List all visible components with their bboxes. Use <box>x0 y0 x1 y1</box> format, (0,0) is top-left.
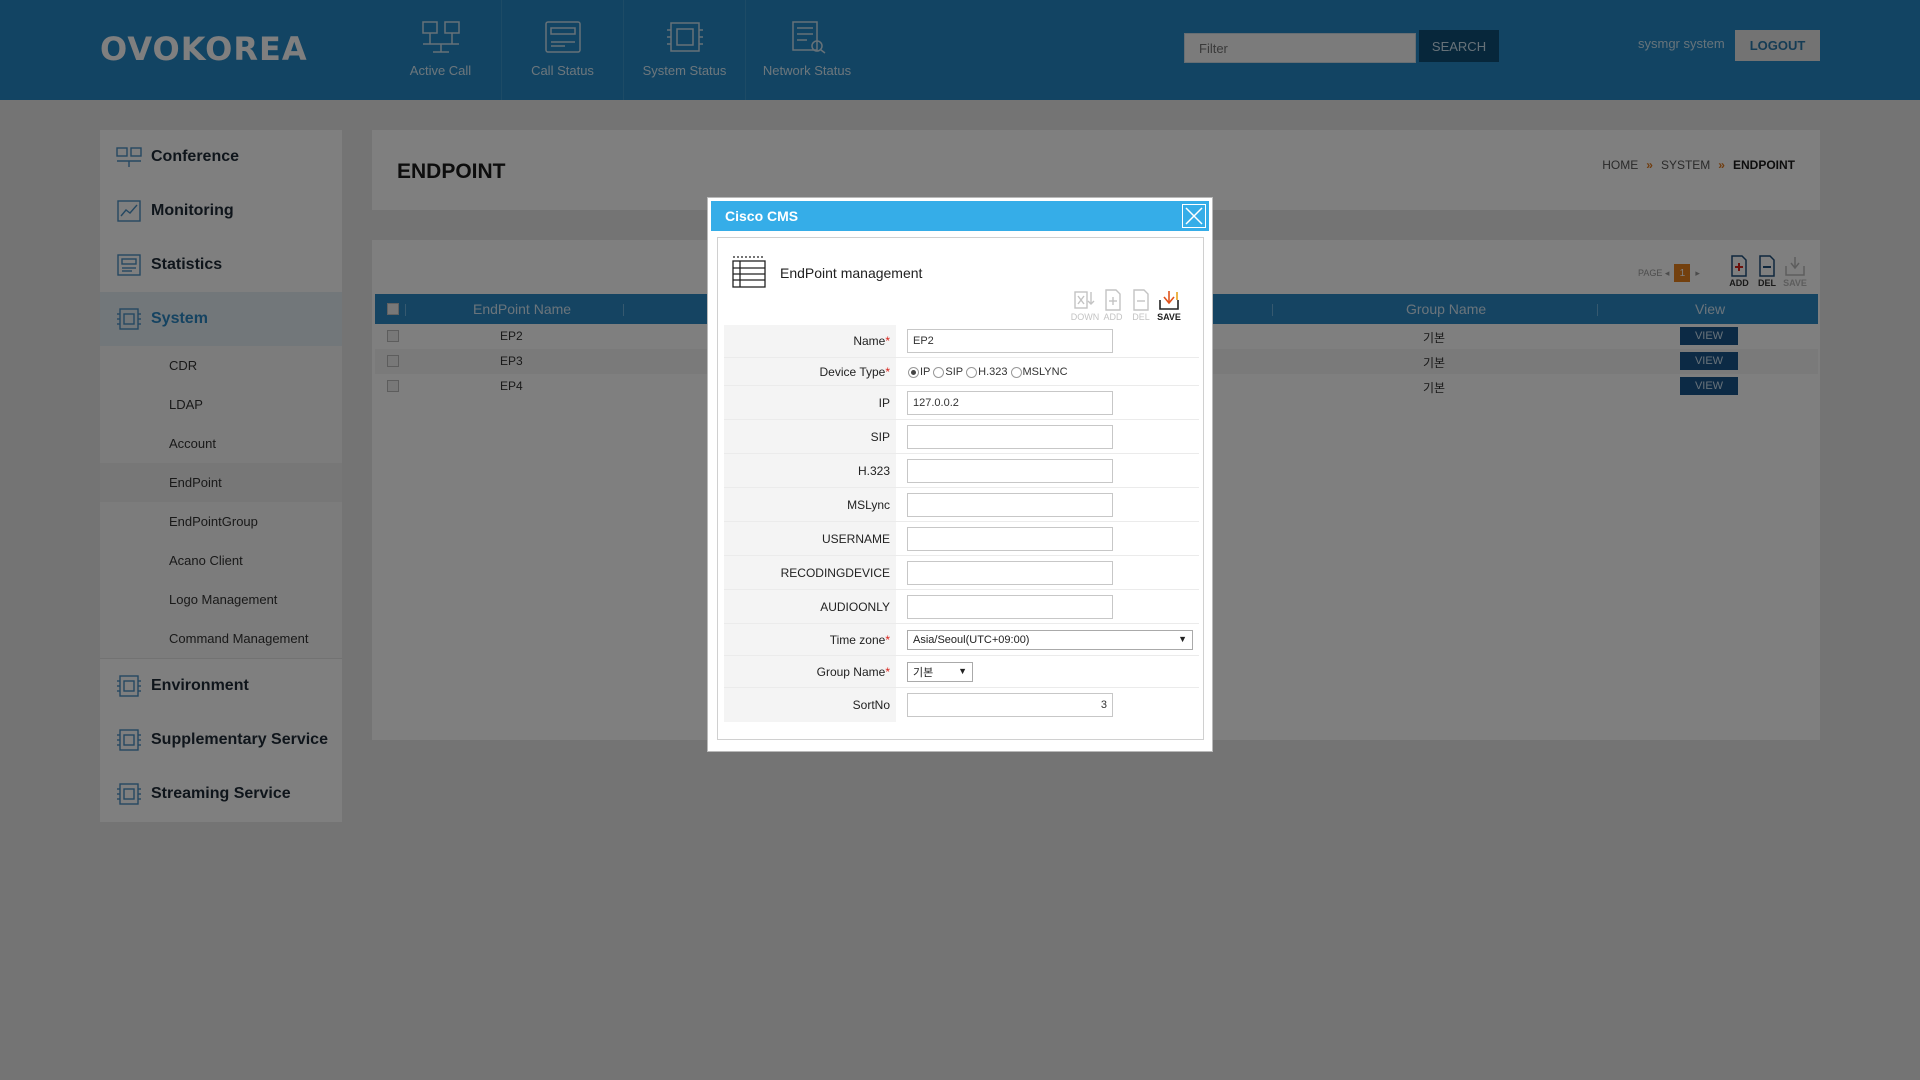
form-row-recodingdevice: RECODINGDEVICE <box>724 556 1199 590</box>
endpoint-modal: Cisco CMS EndPoint management DOWN ADD D… <box>707 197 1213 752</box>
modal-add-label: ADD <box>1103 312 1123 322</box>
timezone-label-text: Time zone <box>829 632 886 647</box>
username-label: USERNAME <box>724 522 896 555</box>
delete-file-icon <box>1133 289 1149 311</box>
device-type-radio-sip[interactable] <box>933 366 945 378</box>
form-row-name: Name * <box>724 325 1199 358</box>
device-type-radio-mslync[interactable] <box>1010 366 1022 378</box>
name-field[interactable] <box>907 329 1113 353</box>
timezone-select[interactable]: Asia/Seoul(UTC+09:00) ▼ <box>907 630 1193 650</box>
group-name-label: Group Name * <box>724 656 896 687</box>
timezone-label: Time zone * <box>724 624 896 655</box>
group-name-select[interactable]: 기본 ▼ <box>907 662 973 682</box>
recodingdevice-field[interactable] <box>907 561 1113 585</box>
username-field[interactable] <box>907 527 1113 551</box>
form-row-group-name: Group Name * 기본 ▼ <box>724 656 1199 688</box>
ip-label: IP <box>724 386 896 419</box>
modal-down-button[interactable]: DOWN <box>1071 288 1099 322</box>
group-name-label-text: Group Name <box>816 664 886 679</box>
modal-del-label: DEL <box>1132 312 1150 322</box>
device-type-radio-group: IP SIP H.323 MSLYNC <box>908 366 1071 378</box>
add-file-icon <box>1105 289 1121 311</box>
name-label: Name * <box>724 325 896 357</box>
mslync-label: MSLync <box>724 488 896 521</box>
modal-body: EndPoint management DOWN ADD DEL SAVE Na… <box>717 237 1204 740</box>
mslync-field[interactable] <box>907 493 1113 517</box>
modal-title: Cisco CMS <box>725 208 799 224</box>
close-icon <box>1185 207 1203 225</box>
h323-field[interactable] <box>907 459 1113 483</box>
device-type-label: Device Type * <box>724 358 896 385</box>
modal-del-button[interactable]: DEL <box>1127 288 1155 322</box>
audioonly-field[interactable] <box>907 595 1113 619</box>
form-row-h323: H.323 <box>724 454 1199 488</box>
modal-header: Cisco CMS <box>711 201 1209 231</box>
form-row-sortno: SortNo <box>724 688 1199 722</box>
timezone-value: Asia/Seoul(UTC+09:00) <box>913 634 1030 646</box>
h323-label: H.323 <box>724 454 896 487</box>
form-row-timezone: Time zone * Asia/Seoul(UTC+09:00) ▼ <box>724 624 1199 656</box>
recodingdevice-label: RECODINGDEVICE <box>724 556 896 589</box>
save-icon <box>1159 291 1179 310</box>
chevron-down-icon: ▼ <box>958 666 967 676</box>
name-label-text: Name <box>853 334 886 348</box>
required-mark: * <box>885 664 890 679</box>
ip-field[interactable] <box>907 391 1113 415</box>
required-mark: * <box>885 364 890 379</box>
chevron-down-icon: ▼ <box>1178 634 1187 644</box>
excel-download-icon <box>1074 291 1095 309</box>
required-mark: * <box>885 334 890 348</box>
radio-label: MSLYNC <box>1022 366 1068 378</box>
list-management-icon <box>732 256 766 288</box>
sip-field[interactable] <box>907 425 1113 449</box>
audioonly-label: AUDIOONLY <box>724 590 896 623</box>
required-mark: * <box>885 632 890 647</box>
modal-add-button[interactable]: ADD <box>1099 288 1127 322</box>
radio-label: SIP <box>945 366 964 378</box>
sip-label: SIP <box>724 420 896 453</box>
radio-label: H.323 <box>978 366 1008 378</box>
modal-save-button[interactable]: SAVE <box>1155 288 1183 322</box>
group-name-value: 기본 <box>913 667 934 679</box>
form-row-sip: SIP <box>724 420 1199 454</box>
form-row-mslync: MSLync <box>724 488 1199 522</box>
form-row-ip: IP <box>724 386 1199 420</box>
device-type-radio-ip[interactable] <box>908 366 919 378</box>
form-row-device-type: Device Type * IP SIP H.323 MSLYNC <box>724 358 1199 386</box>
device-type-radio-h323[interactable] <box>966 366 978 378</box>
modal-toolbar: DOWN ADD DEL SAVE <box>1071 288 1183 322</box>
device-type-label-text: Device Type <box>819 364 886 379</box>
form-row-audioonly: AUDIOONLY <box>724 590 1199 624</box>
sortno-field[interactable] <box>907 693 1113 717</box>
modal-down-label: DOWN <box>1070 312 1100 322</box>
modal-save-label: SAVE <box>1157 312 1181 322</box>
form-row-username: USERNAME <box>724 522 1199 556</box>
modal-close-button[interactable] <box>1182 204 1206 228</box>
radio-label: IP <box>920 366 931 378</box>
sortno-label: SortNo <box>724 688 896 722</box>
modal-heading: EndPoint management <box>780 265 923 281</box>
